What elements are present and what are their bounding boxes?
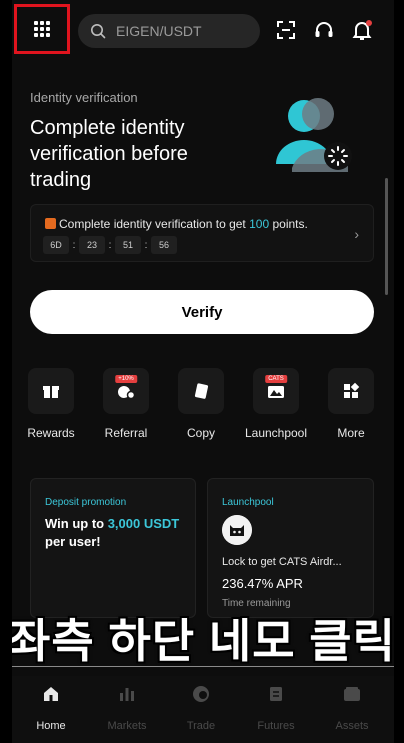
shortcut-launchpool[interactable]: CATS Launchpool [240,368,312,440]
deposit-suffix: per user! [45,534,101,549]
nav-futures[interactable]: Futures [241,684,311,732]
bottom-navigation: Home Markets Trade Futures Assets [12,676,394,743]
launchpool-lock-text: Lock to get CATS Airdr... [222,556,342,568]
top-bar: EIGEN/USDT [14,4,392,54]
assets-icon [344,687,360,701]
bell-icon[interactable] [350,18,374,42]
promo-suffix: points. [269,217,308,231]
hero-title: Complete identity verification before tr… [30,117,188,191]
search-input[interactable]: EIGEN/USDT [116,23,202,39]
nav-label: Markets [107,720,147,732]
grid-icon [34,21,50,37]
scrollbar[interactable] [385,178,388,295]
nav-label: Assets [335,720,369,732]
headset-icon[interactable] [312,18,336,42]
deposit-headline: Win up to 3,000 USDT per user! [45,515,195,551]
app-screen: EIGEN/USDT Identity verification Complet… [0,0,404,743]
nav-label: Futures [257,720,295,732]
search-icon [91,24,106,39]
gift-icon [45,218,56,229]
shortcut-rewards[interactable]: Rewards [15,368,87,440]
promo-text: Complete identity verification to get 10… [45,217,308,231]
nav-trade[interactable]: Trade [166,684,236,732]
futures-icon [270,687,282,701]
promo-points: 100 [249,217,270,231]
countdown-timer: 6D : 23 : 51 : 56 [43,236,177,254]
promo-prefix: Complete identity verification to get [59,217,250,231]
launchpool-icon: CATS [253,368,299,414]
copy-icon [178,368,224,414]
timer-hours: 23 [79,236,105,254]
markets-icon [120,688,134,701]
more-apps-icon [328,368,374,414]
launchpool-card[interactable]: Launchpool Lock to get CATS Airdr... 236… [207,478,374,618]
shortcut-copy[interactable]: Copy [165,368,237,440]
referral-icon: +10% [103,368,149,414]
shortcut-label: Copy [186,426,215,440]
timer-days: 6D [43,236,69,254]
deposit-prefix: Win up to [45,516,108,531]
deposit-promotion-card[interactable]: Deposit promotion Win up to 3,000 USDT p… [30,478,196,618]
right-edge [394,0,404,743]
nav-label: Trade [186,720,216,732]
home-icon [44,687,58,701]
referral-badge: +10% [115,375,137,383]
nav-markets[interactable]: Markets [92,684,162,732]
deposit-amount: 3,000 USDT [107,516,180,531]
verification-promo-card[interactable]: Complete identity verification to get 10… [30,204,374,262]
nav-assets[interactable]: Assets [317,684,387,732]
left-edge [0,0,12,743]
chevron-right-icon: › [354,226,359,242]
menu-button[interactable] [14,4,70,54]
shortcut-more[interactable]: More [315,368,387,440]
timer-seconds: 56 [151,236,177,254]
shortcut-label: Referral [104,426,148,440]
hero-subtitle: Identity verification [30,90,138,105]
identity-illustration-icon [276,98,352,172]
nav-home[interactable]: Home [16,684,86,732]
trade-icon [193,686,209,702]
cats-token-icon [222,515,252,545]
shortcut-label: Rewards [27,426,75,440]
shortcut-label: Launchpool [244,426,308,440]
search-bar[interactable]: EIGEN/USDT [78,14,260,48]
timer-minutes: 51 [115,236,141,254]
card-subtitle: Deposit promotion [45,497,127,508]
launchpool-apr: 236.47% APR [222,576,303,591]
verify-button[interactable]: Verify [30,290,374,334]
shortcut-label: More [337,426,365,440]
gift-icon [28,368,74,414]
nav-label: Home [36,720,66,732]
divider [0,666,404,667]
card-subtitle: Launchpool [222,497,274,508]
launchpool-badge: CATS [265,375,287,383]
scan-icon[interactable] [274,18,298,42]
shortcut-referral[interactable]: +10% Referral [90,368,162,440]
